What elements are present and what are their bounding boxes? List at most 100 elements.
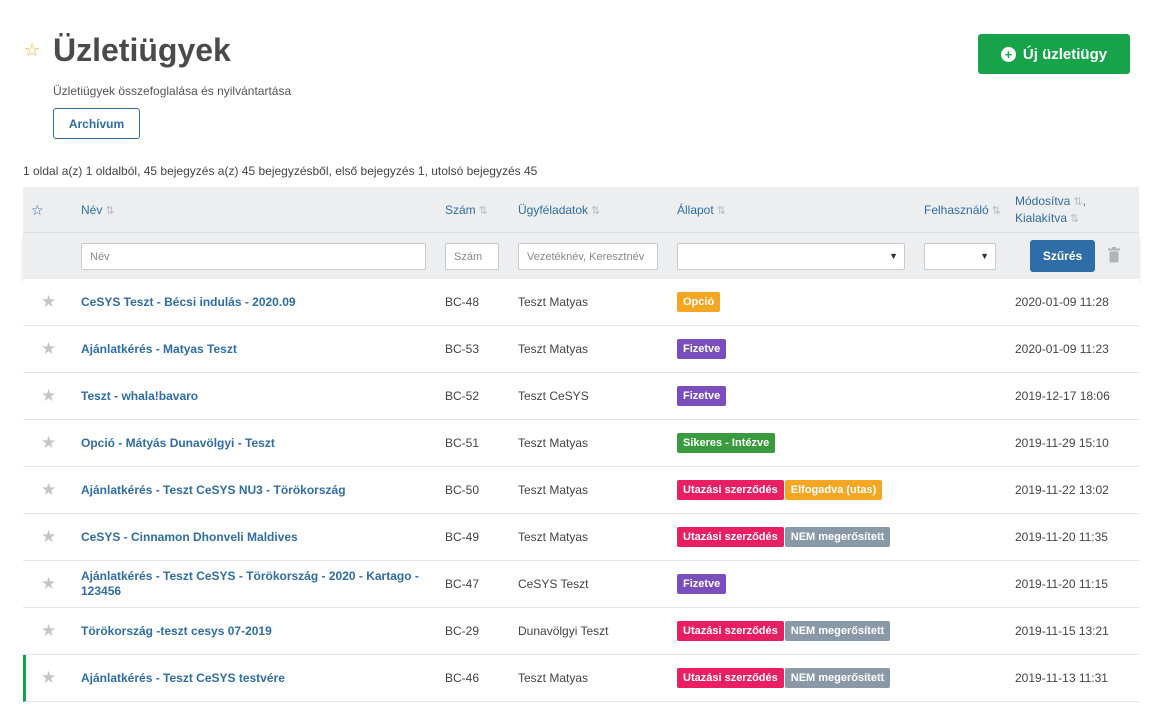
status-badge: Utazási szerződés: [677, 480, 784, 500]
client-name: Teszt Matyas: [518, 483, 589, 497]
archive-button[interactable]: Archívum: [53, 108, 140, 139]
column-header-client[interactable]: Ügyféladatok ⇅: [518, 187, 600, 233]
deal-name-link[interactable]: Ajánlatkérés - Matyas Teszt: [81, 342, 237, 357]
status-badge: NEM megerősített: [784, 527, 891, 547]
sort-icon: ⇅: [591, 204, 601, 217]
favorite-star-icon[interactable]: ☆: [24, 40, 40, 60]
caret-down-icon: ▼: [980, 251, 989, 261]
deal-number: BC-50: [445, 483, 480, 497]
status-badge: Elfogadva (utas): [784, 480, 883, 500]
status-badge: Fizetve: [677, 386, 727, 406]
row-favorite-star-icon[interactable]: ★: [41, 514, 56, 560]
deal-name-link[interactable]: Opció - Mátyás Dunavölgyi - Teszt: [81, 436, 275, 451]
modified-date: 2019-12-17 18:06: [1015, 389, 1110, 403]
page-subtitle: Üzletiügyek összefoglalása és nyilvántar…: [53, 84, 292, 98]
client-name: Teszt Matyas: [518, 671, 589, 685]
new-deal-label: Új üzletiügy: [1022, 45, 1108, 63]
sort-icon: ⇅: [105, 204, 115, 217]
row-favorite-star-icon[interactable]: ★: [41, 373, 56, 419]
deal-number: BC-47: [445, 577, 480, 591]
deal-name-link[interactable]: Törökország -teszt cesys 07-2019: [81, 624, 272, 639]
table-row[interactable]: ★ Törökország -teszt cesys 07-2019 BC-29…: [23, 608, 1139, 655]
status-badges: Opció: [677, 279, 721, 325]
client-name: Dunavölgyi Teszt: [518, 624, 609, 638]
deal-name-link[interactable]: CeSYS - Cinnamon Dhonveli Maldives: [81, 530, 298, 545]
row-favorite-star-icon[interactable]: ★: [41, 655, 56, 701]
column-header-status[interactable]: Állapot ⇅: [677, 187, 726, 233]
deals-table: ☆ Név ⇅ Szám ⇅ Ügyféladatok ⇅ Állapot ⇅ Felh…: [23, 187, 1139, 702]
table-row[interactable]: ★ CeSYS Teszt - Bécsi indulás - 2020.09 …: [23, 279, 1139, 326]
column-header-name[interactable]: Név ⇅: [81, 187, 115, 233]
deal-name-link[interactable]: Ajánlatkérés - Teszt CeSYS - Törökország…: [81, 569, 426, 599]
client-filter-input[interactable]: Vezetéknév, Keresztnév: [518, 243, 658, 270]
table-row[interactable]: ★ Teszt - whala!bavaro BC-52 Teszt CeSYS…: [23, 373, 1139, 420]
status-badges: Utazási szerződés NEM megerősített: [677, 655, 891, 701]
status-badge: Utazási szerződés: [677, 621, 784, 641]
row-favorite-star-icon[interactable]: ★: [41, 279, 56, 325]
table-row[interactable]: ★ Ajánlatkérés - Teszt CeSYS testvére BC…: [23, 655, 1139, 702]
header-favorite-star-icon[interactable]: ☆: [31, 187, 44, 233]
modified-date: 2019-11-20 11:15: [1015, 577, 1108, 591]
status-badges: Fizetve: [677, 326, 727, 372]
table-row[interactable]: ★ Opció - Mátyás Dunavölgyi - Teszt BC-5…: [23, 420, 1139, 467]
sort-icon: ⇅: [716, 204, 726, 217]
number-filter-input[interactable]: Szám: [445, 243, 499, 270]
table-body: ★ CeSYS Teszt - Bécsi indulás - 2020.09 …: [23, 279, 1139, 702]
client-name: Teszt Matyas: [518, 530, 589, 544]
table-header: ☆ Név ⇅ Szám ⇅ Ügyféladatok ⇅ Állapot ⇅ Felh…: [23, 187, 1139, 233]
trash-icon[interactable]: [1108, 247, 1120, 263]
sort-icon: ⇅: [1070, 213, 1080, 225]
modified-date: 2019-11-15 13:21: [1015, 624, 1109, 638]
filter-button[interactable]: Szűrés: [1030, 240, 1095, 272]
row-favorite-star-icon[interactable]: ★: [41, 420, 56, 466]
deal-name-link[interactable]: Ajánlatkérés - Teszt CeSYS NU3 - Törökor…: [81, 483, 346, 498]
status-badge: Fizetve: [677, 339, 727, 359]
sort-icon: ⇅: [991, 204, 1001, 217]
table-row[interactable]: ★ Ajánlatkérés - Teszt CeSYS - Törökorsz…: [23, 561, 1139, 608]
client-name: Teszt Matyas: [518, 295, 589, 309]
column-header-number[interactable]: Szám ⇅: [445, 187, 488, 233]
status-badge: Opció: [677, 292, 721, 312]
client-name: Teszt CeSYS: [518, 389, 589, 403]
status-badge: NEM megerősített: [784, 668, 891, 688]
status-badges: Utazási szerződés NEM megerősített: [677, 514, 891, 560]
deal-number: BC-49: [445, 530, 480, 544]
modified-date: 2020-01-09 11:23: [1015, 342, 1109, 356]
modified-date: 2020-01-09 11:28: [1015, 295, 1109, 309]
status-badge: Utazási szerződés: [677, 527, 784, 547]
row-favorite-star-icon[interactable]: ★: [41, 467, 56, 513]
row-favorite-star-icon[interactable]: ★: [41, 326, 56, 372]
status-badges: Utazási szerződés NEM megerősített: [677, 608, 891, 654]
deal-number: BC-48: [445, 295, 480, 309]
status-badge: Utazási szerződés: [677, 668, 784, 688]
status-filter-select[interactable]: ▼: [677, 243, 905, 270]
client-name: CeSYS Teszt: [518, 577, 589, 591]
client-name: Teszt Matyas: [518, 436, 589, 450]
column-header-user[interactable]: Felhasználó ⇅: [924, 187, 1001, 233]
name-filter-input[interactable]: Név: [81, 243, 426, 270]
table-row[interactable]: ★ Ajánlatkérés - Teszt CeSYS NU3 - Török…: [23, 467, 1139, 514]
deal-name-link[interactable]: Teszt - whala!bavaro: [81, 389, 198, 404]
table-row[interactable]: ★ CeSYS - Cinnamon Dhonveli Maldives BC-…: [23, 514, 1139, 561]
status-badge: Fizetve: [677, 574, 727, 594]
new-deal-button[interactable]: + Új üzletiügy: [978, 34, 1130, 74]
table-row[interactable]: ★ Ajánlatkérés - Matyas Teszt BC-53 Tesz…: [23, 326, 1139, 373]
row-favorite-star-icon[interactable]: ★: [41, 608, 56, 654]
deal-number: BC-51: [445, 436, 480, 450]
modified-date: 2019-11-22 13:02: [1015, 483, 1109, 497]
deal-name-link[interactable]: Ajánlatkérés - Teszt CeSYS testvére: [81, 671, 285, 686]
deal-name-link[interactable]: CeSYS Teszt - Bécsi indulás - 2020.09: [81, 295, 296, 310]
status-badges: Fizetve: [677, 373, 727, 419]
user-filter-select[interactable]: ▼: [924, 243, 996, 270]
row-favorite-star-icon[interactable]: ★: [41, 561, 56, 607]
plus-circle-icon: +: [1000, 46, 1016, 62]
deal-number: BC-46: [445, 671, 480, 685]
sort-icon: ⇅: [1073, 196, 1083, 208]
pagination-summary: 1 oldal a(z) 1 oldalból, 45 bejegyzés a(…: [23, 164, 538, 178]
status-badge: Sikeres - Intézve: [677, 433, 776, 453]
sort-icon: ⇅: [478, 204, 488, 217]
caret-down-icon: ▼: [889, 251, 898, 261]
status-badges: Sikeres - Intézve: [677, 420, 776, 466]
status-badges: Utazási szerződés Elfogadva (utas): [677, 467, 883, 513]
column-header-modified-created[interactable]: Módosítva ⇅, Kialakítva ⇅: [1015, 187, 1086, 233]
